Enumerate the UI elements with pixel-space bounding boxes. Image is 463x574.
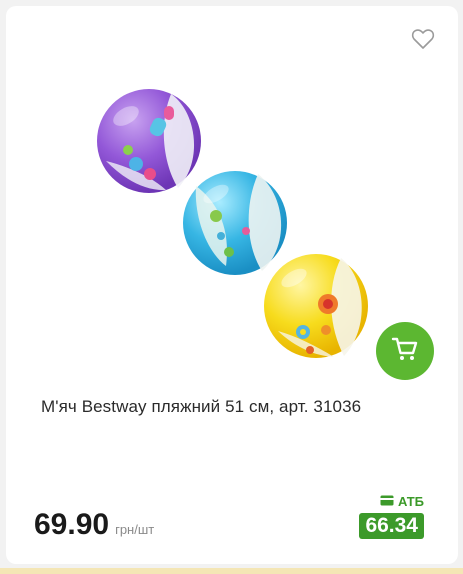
price-unit: грн/шт: [115, 522, 155, 537]
cart-icon: [391, 336, 419, 367]
promo-tag: АТБ: [380, 494, 424, 509]
add-to-cart-button[interactable]: [376, 322, 434, 380]
heart-icon[interactable]: [411, 28, 435, 50]
promo-price: 66.34: [359, 513, 424, 539]
product-card[interactable]: М'яч Bestway пляжний 51 см, арт. 31036 6…: [6, 6, 458, 564]
product-title[interactable]: М'яч Bestway пляжний 51 см, арт. 31036: [41, 397, 441, 417]
promo-price-block: АТБ 66.34: [359, 494, 424, 539]
yellow-ball-image: [264, 254, 368, 358]
purple-ball-image: [97, 89, 201, 193]
card-icon: [380, 494, 394, 509]
blue-ball-image: [183, 171, 287, 275]
price-value: 69.90: [34, 508, 110, 541]
bottom-strip: [0, 568, 463, 574]
price: 69.90 грн/шт: [34, 508, 154, 542]
promo-label: АТБ: [397, 494, 424, 509]
product-image[interactable]: [66, 66, 396, 376]
